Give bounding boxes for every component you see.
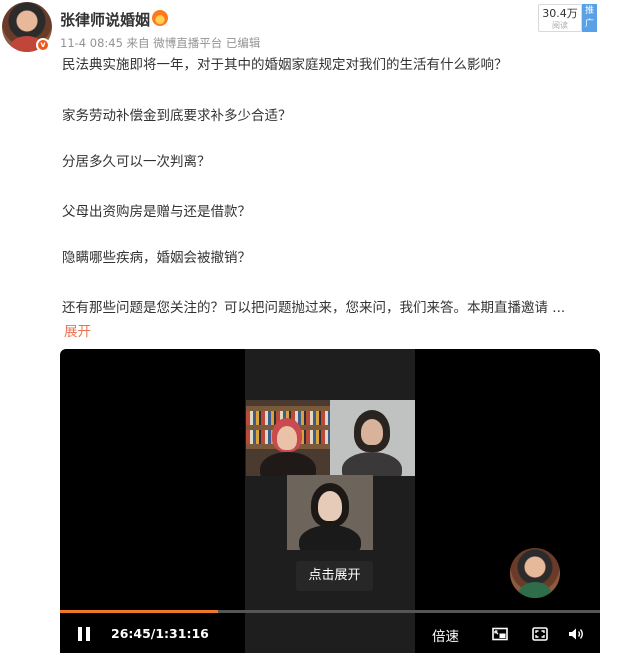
video-tile-host	[246, 400, 330, 476]
post-text-line: 民法典实施即将一年，对于其中的婚姻家庭规定对我们的生活有什么影响？	[62, 57, 508, 73]
video-tile-speaker	[287, 475, 373, 550]
post-text-line: 家务劳动补偿金到底要求补多少合适？	[62, 108, 292, 124]
playback-speed-button[interactable]: 倍速	[432, 625, 459, 645]
promote-tag[interactable]: 推广	[582, 4, 597, 32]
video-tile-guest	[330, 400, 415, 476]
tile-person-face	[277, 426, 297, 450]
views-count: 30.4万	[542, 7, 578, 20]
video-expand-button[interactable]: 点击展开	[296, 561, 373, 591]
tile-person-body	[260, 452, 316, 476]
expand-link[interactable]: 展开	[64, 320, 91, 340]
tile-person-face	[318, 491, 342, 521]
tile-person-face	[361, 419, 383, 445]
video-controls: 26:45/1:31:16 倍速	[60, 613, 600, 653]
video-time: 26:45/1:31:16	[111, 626, 209, 641]
tile-person-body	[342, 452, 402, 476]
views-counter: 30.4万 阅读	[538, 4, 582, 32]
fire-badge-icon	[152, 10, 168, 26]
tile-person-body	[299, 525, 361, 550]
video-player[interactable]: 点击展开 26:45/1:31:16 倍速	[60, 349, 600, 653]
post-text-line: 隐瞒哪些疾病，婚姻会被撤销？	[62, 250, 251, 266]
views-label: 阅读	[552, 21, 568, 30]
picture-in-picture-icon[interactable]	[492, 627, 508, 641]
verified-badge-icon: v	[36, 38, 50, 52]
post-text-line: 分居多久可以一次判离？	[62, 154, 211, 170]
post-meta: 11-4 08:45 来自 微博直播平台 已编辑	[60, 36, 261, 50]
floating-host-avatar[interactable]	[510, 548, 560, 598]
author-name[interactable]: 张律师说婚姻	[60, 9, 150, 30]
post-text-line: 父母出资购房是赠与还是借款？	[62, 204, 251, 220]
fullscreen-icon[interactable]	[532, 627, 548, 641]
pause-icon[interactable]	[77, 627, 91, 641]
post-text-line: 还有那些问题是您关注的？可以把问题抛过来，您来问，我们来答。本期直播邀请 ...	[62, 300, 566, 316]
avatar-shirt	[519, 582, 551, 598]
volume-icon[interactable]	[568, 627, 584, 641]
